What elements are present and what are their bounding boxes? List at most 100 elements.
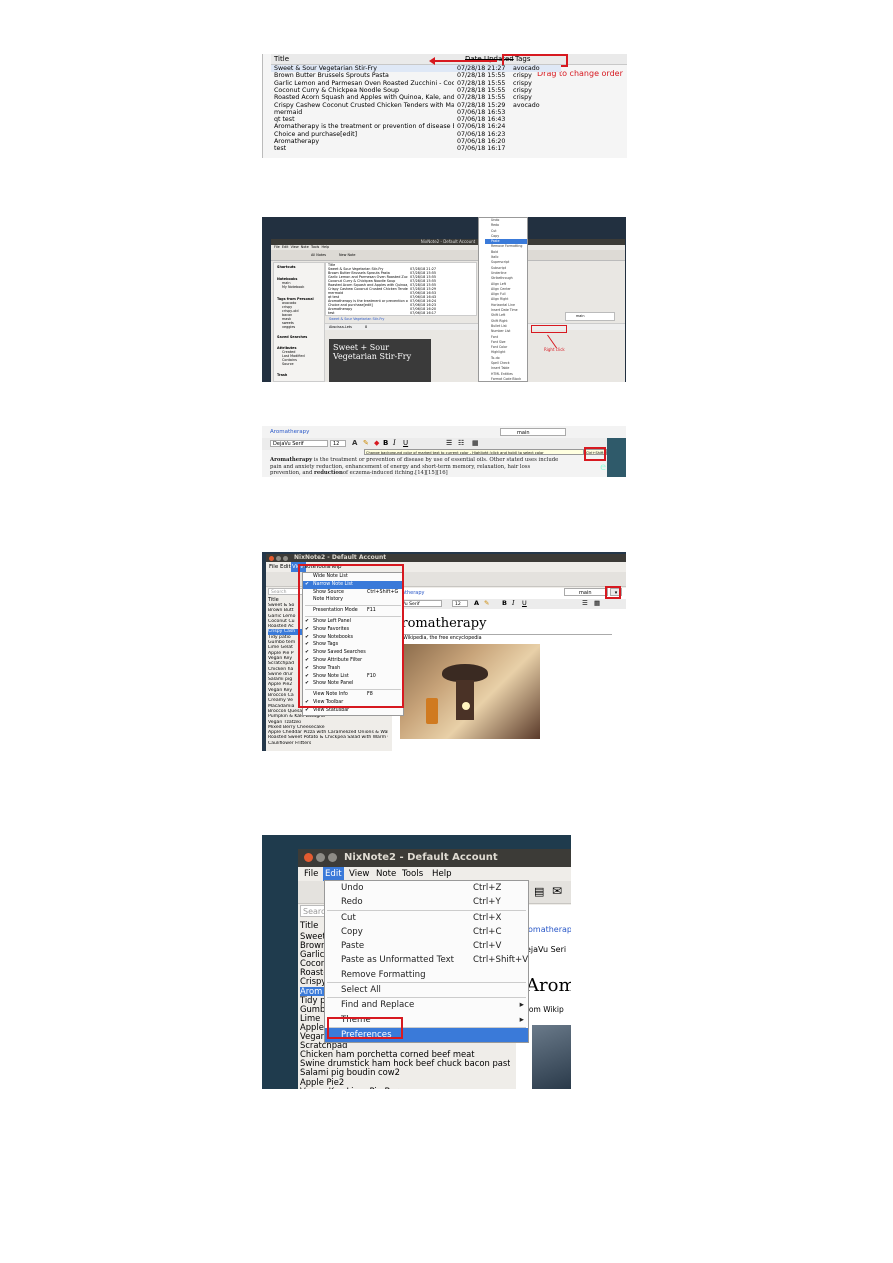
- underline-icon[interactable]: U: [522, 599, 527, 607]
- menu-file[interactable]: File: [274, 245, 280, 249]
- table-row[interactable]: Coconut Curry & Chickpea Noodle Soup 07/2…: [271, 87, 561, 94]
- italic-icon[interactable]: I: [393, 439, 396, 447]
- all-notes-button[interactable]: All Notes: [311, 253, 326, 257]
- table-row[interactable]: Aromatherapy is the treatment or prevent…: [271, 123, 561, 130]
- tag-item[interactable]: veggies: [282, 325, 295, 329]
- number-list-icon[interactable]: ☷: [458, 439, 464, 447]
- font-select[interactable]: ejaVu Seri: [526, 945, 566, 954]
- bold-icon[interactable]: B: [383, 439, 388, 447]
- list-item[interactable]: Apple Pie2: [300, 1078, 510, 1087]
- format-toolbar: ejaVu Serif 12 A ✎ B I U ☰ ▦: [392, 599, 626, 609]
- list-item[interactable]: Arom: [300, 986, 326, 996]
- edit-menu-item[interactable]: Cut Ctrl+X: [325, 911, 528, 925]
- new-note-button[interactable]: New Note: [339, 253, 356, 257]
- toolbar: All Notes New Note: [271, 250, 625, 261]
- table-row[interactable]: Roasted Acorn Squash and Apples with Qui…: [271, 94, 561, 101]
- saved-searches-label[interactable]: Saved Searches: [277, 335, 307, 339]
- edit-menu-item[interactable]: Copy Ctrl+C: [325, 925, 528, 939]
- menu-note[interactable]: Note: [301, 245, 309, 249]
- date-cell: 07/28/18 15:55: [457, 79, 506, 87]
- note-link[interactable]: omatherap: [528, 925, 571, 934]
- table-icon[interactable]: ▦: [472, 439, 479, 447]
- close-icon[interactable]: [304, 853, 313, 862]
- bullet-list-icon[interactable]: ☰: [582, 599, 588, 607]
- menu-edit[interactable]: Edit: [280, 562, 291, 572]
- font-color-icon[interactable]: A: [352, 439, 357, 447]
- date-cell: 07/28/18 15:55: [457, 94, 506, 102]
- notebook-item[interactable]: My Notebook: [282, 285, 304, 289]
- menu-help[interactable]: Help: [321, 245, 329, 249]
- menu-edit[interactable]: Edit: [282, 245, 289, 249]
- note-title-link[interactable]: Sweet & Sour Vegetarian Stir-Fry: [329, 317, 384, 321]
- maximize-icon[interactable]: [328, 853, 337, 862]
- font-size-select[interactable]: 8: [365, 325, 367, 329]
- font-select[interactable]: DejaVu Serif: [270, 440, 328, 447]
- highlight-shortcut-screenshot: Aromatherapy main DejaVu Serif 12 A ✎ ◆ …: [262, 426, 626, 477]
- minimize-icon[interactable]: [316, 853, 325, 862]
- highlight-icon[interactable]: ✎: [484, 599, 489, 607]
- list-item[interactable]: Salami pig boudin cow2: [300, 1068, 510, 1077]
- menu-help[interactable]: Help: [432, 867, 452, 881]
- eraser-icon[interactable]: ◆: [374, 439, 379, 447]
- print-icon[interactable]: ▤: [534, 885, 544, 898]
- italic-icon[interactable]: I: [512, 599, 515, 607]
- font-size-select[interactable]: 12: [452, 600, 468, 607]
- maximize-icon[interactable]: [283, 555, 288, 561]
- email-icon[interactable]: ✉: [552, 884, 562, 898]
- close-icon[interactable]: [269, 555, 274, 561]
- context-menu-item[interactable]: Format Code Block: [485, 377, 527, 382]
- list-item[interactable]: Roasted Sweet Potato & Chickpea Salad wi…: [268, 735, 388, 740]
- underline-icon[interactable]: U: [403, 439, 408, 447]
- title-column-header[interactable]: Title: [274, 54, 289, 64]
- table-row[interactable]: Choice and purchase[edit] 07/06/18 16:23: [271, 131, 561, 138]
- table-row[interactable]: Garlic Lemon and Parmesan Oven Roasted Z…: [271, 80, 561, 87]
- menu-view[interactable]: View: [291, 245, 299, 249]
- edit-menu-item[interactable]: Find and Replace ▸: [325, 998, 528, 1012]
- table-row[interactable]: qt test 07/06/18 16:43: [271, 116, 561, 123]
- highlight-icon[interactable]: ✎: [363, 439, 369, 447]
- table-row[interactable]: mermaid 07/06/18 16:53: [271, 109, 561, 116]
- list-title-header[interactable]: Title: [300, 921, 318, 931]
- notebook-select[interactable]: main: [565, 312, 615, 321]
- list-item[interactable]: Vegan Key Lime Pie Bars: [300, 1087, 510, 1089]
- list-item[interactable]: test: [328, 311, 408, 315]
- list-item[interactable]: Swine drumstick ham hock beef chuck baco…: [300, 1059, 510, 1068]
- edit-menu-item[interactable]: Remove Formatting: [325, 968, 528, 982]
- font-select[interactable]: Abscissa-Lets: [329, 325, 352, 329]
- bold-icon[interactable]: B: [502, 599, 507, 607]
- attribute-item[interactable]: Source: [282, 362, 294, 366]
- note-link[interactable]: Aromatherapy: [270, 429, 309, 435]
- note-title-cell: Coconut Curry & Chickpea Noodle Soup: [274, 86, 399, 94]
- bullet-list-icon[interactable]: ☰: [446, 439, 452, 447]
- table-row[interactable]: test 07/06/18 16:17: [271, 145, 561, 152]
- minimize-icon[interactable]: [276, 555, 281, 561]
- table-row[interactable]: Crispy Cashew Coconut Crusted Chicken Te…: [271, 102, 561, 109]
- menu-file[interactable]: File: [269, 562, 278, 572]
- menu-tools[interactable]: Tools: [311, 245, 319, 249]
- trash-label[interactable]: Trash: [277, 373, 287, 377]
- menu-file[interactable]: File: [304, 867, 318, 881]
- font-color-icon[interactable]: A: [474, 599, 479, 607]
- chevron-right-icon: ▸: [519, 1014, 524, 1025]
- edit-menu-item[interactable]: Paste Ctrl+V: [325, 939, 528, 953]
- notebook-select[interactable]: main: [500, 428, 566, 436]
- context-menu-item[interactable]: Remove Formatting: [485, 244, 527, 249]
- table-row[interactable]: Brown Butter Brussels Sprouts Pasta 07/28…: [271, 72, 561, 79]
- menu-note[interactable]: Note: [376, 867, 396, 881]
- menu-tools[interactable]: Tools: [402, 867, 423, 881]
- list-item[interactable]: Chicken ham porchetta corned beef meat: [300, 1050, 510, 1059]
- list-item[interactable]: Cauliflower Fritters: [268, 741, 388, 746]
- notebook-select[interactable]: main: [564, 588, 608, 596]
- menu-view[interactable]: View: [349, 867, 369, 881]
- shortcuts-label[interactable]: Shortcuts: [277, 265, 296, 269]
- edit-menu-item[interactable]: Paste as Unformatted Text Ctrl+Shift+V: [325, 953, 528, 967]
- table-row[interactable]: Aromatherapy 07/06/18 16:20: [271, 138, 561, 145]
- font-size-select[interactable]: 12: [330, 440, 346, 447]
- edit-menu-item[interactable]: Redo Ctrl+Y: [325, 895, 528, 909]
- table-icon[interactable]: ▦: [594, 599, 600, 607]
- table-row[interactable]: Sweet & Sour Vegetarian Stir-Fry 07/28/18…: [271, 65, 561, 72]
- edit-menu-item[interactable]: Select All: [325, 983, 528, 997]
- edit-menu-item[interactable]: Undo Ctrl+Z: [325, 881, 528, 895]
- nixnote-window: NixNote2 - Default Account File Edit Vie…: [271, 239, 625, 382]
- menu-edit[interactable]: Edit: [323, 867, 344, 881]
